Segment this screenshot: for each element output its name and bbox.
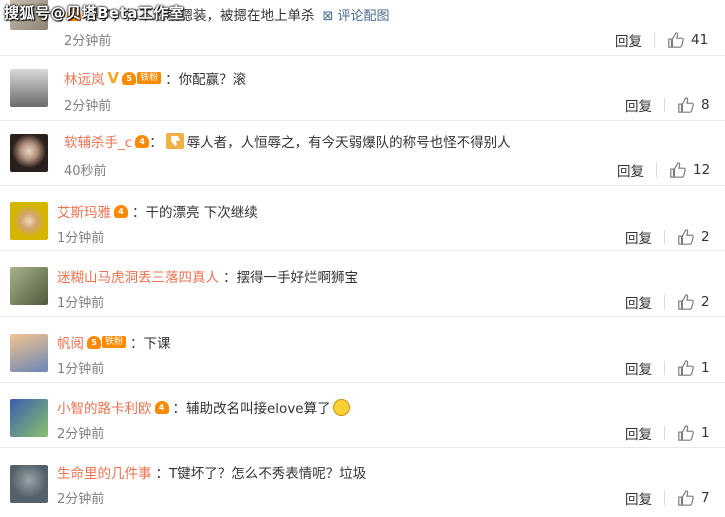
comment-item: 帆阅 5 铁粉 ：下课 1分钟前 回复 1 xyxy=(0,316,725,383)
comment-time: 2分钟前 xyxy=(57,427,105,442)
like-count: 2 xyxy=(701,229,710,245)
avatar[interactable] xyxy=(10,334,48,372)
divider xyxy=(664,491,665,505)
like-count: 2 xyxy=(701,294,710,310)
comment-actions: 回复 8 xyxy=(625,95,725,115)
comment-item: 迷糊山马虎洞丢三落四真人 ：摆得一手好烂啊狮宝 1分钟前 回复 2 xyxy=(0,250,725,317)
like-count: 41 xyxy=(691,32,709,48)
comment-actions: 回复 7 xyxy=(625,488,725,508)
reply-button[interactable]: 回复 xyxy=(625,358,652,378)
comment-line: 帆阅 5 铁粉 ：下课 xyxy=(57,332,171,352)
username-link[interactable]: 帆阅 xyxy=(57,332,84,352)
comment-line: 小智的路卡利欧 4 ：辅助改名叫接elove算了 xyxy=(57,397,350,417)
reply-button[interactable]: 回复 xyxy=(625,488,652,508)
thumb-up-icon[interactable] xyxy=(677,96,695,114)
comment-actions: 回复 1 xyxy=(625,358,725,378)
reply-button[interactable]: 回复 xyxy=(625,292,652,312)
reply-button[interactable]: 回复 xyxy=(617,160,644,180)
fan-badge: 铁粉 xyxy=(102,336,127,348)
thumb-up-icon[interactable] xyxy=(677,424,695,442)
divider xyxy=(664,361,665,375)
avatar[interactable] xyxy=(10,465,48,503)
reply-button[interactable]: 回复 xyxy=(615,30,642,50)
like-count: 7 xyxy=(701,490,710,506)
comment-actions: 回复 12 xyxy=(617,160,725,180)
thumb-up-icon[interactable] xyxy=(667,31,685,49)
thumb-up-icon[interactable] xyxy=(677,293,695,311)
like-count: 8 xyxy=(701,97,710,113)
reply-button[interactable]: 回复 xyxy=(625,227,652,247)
comment-item: 小智的路卡利欧 4 ：辅助改名叫接elove算了 2分钟前 回复 1 xyxy=(0,382,725,448)
divider xyxy=(664,98,665,112)
comment-line: 艾斯玛雅 4 ：干的漂亮 下次继续 xyxy=(57,201,258,221)
like-count: 1 xyxy=(701,360,710,376)
avatar[interactable] xyxy=(10,399,48,437)
comment-time: 2分钟前 xyxy=(64,34,112,49)
comment-item: 软辅杀手_c 4 ： 辱人者，人恒辱之，有今天弱爆队的称号也怪不得别人 40秒前… xyxy=(0,120,725,186)
comment-time: 1分钟前 xyxy=(57,296,105,311)
heart-badge-icon: 4 xyxy=(135,134,150,148)
thumb-up-icon[interactable] xyxy=(677,489,695,507)
comment-text: 辱人者，人恒辱之，有今天弱爆队的称号也怪不得别人 xyxy=(186,135,511,151)
comment-actions: 回复 2 xyxy=(625,227,725,247)
heart-badge-icon: 4 xyxy=(114,204,128,218)
comment-actions: 回复 41 xyxy=(615,30,725,50)
heart-badge-icon: 5 铁粉 xyxy=(87,335,127,349)
comment-time: 1分钟前 xyxy=(57,362,105,377)
reply-button[interactable]: 回复 xyxy=(625,95,652,115)
comment-text: ：干的漂亮 下次继续 xyxy=(132,205,258,221)
username-link[interactable]: 软辅杀手_c xyxy=(64,131,132,151)
avatar[interactable] xyxy=(10,69,48,107)
grin-emoji-icon xyxy=(332,398,350,416)
username-link[interactable]: 迷糊山马虎洞丢三落四真人 xyxy=(57,266,219,286)
comment-line: 迷糊山马虎洞丢三落四真人 ：摆得一手好烂啊狮宝 xyxy=(57,266,358,286)
username-link[interactable]: 生命里的几件事 xyxy=(57,462,152,482)
image-icon: ⊠ xyxy=(322,8,334,24)
like-count: 12 xyxy=(693,162,711,178)
comment-item: 生命里的几件事 ：T键坏了？怎么不秀表情呢？垃圾 2分钟前 回复 7 xyxy=(0,447,725,517)
watermark: 搜狐号@贝塔Beta工作室 xyxy=(4,4,185,22)
comment-line: 软辅杀手_c 4 ： 辱人者，人恒辱之，有今天弱爆队的称号也怪不得别人 xyxy=(64,131,511,151)
thumb-down-icon xyxy=(165,133,184,149)
fan-badge: 铁粉 xyxy=(137,72,162,84)
comment-text: ：你配赢？滚 xyxy=(165,72,247,88)
thumb-up-icon[interactable] xyxy=(669,161,687,179)
comment-text: ：辅助改名叫接elove算了 xyxy=(172,401,331,417)
divider xyxy=(664,426,665,440)
comment-line: 林远岚 V 5 铁粉 ：你配赢？滚 xyxy=(64,68,246,88)
thumb-up-icon[interactable] xyxy=(677,228,695,246)
avatar[interactable] xyxy=(10,202,48,240)
comment-actions: 回复 2 xyxy=(625,292,725,312)
comment-time: 2分钟前 xyxy=(57,492,105,507)
comment-actions: 回复 1 xyxy=(625,423,725,443)
username-link[interactable]: 林远岚 xyxy=(64,68,105,88)
divider xyxy=(656,163,657,177)
thumb-up-icon[interactable] xyxy=(677,359,695,377)
comment-text: ：T键坏了？怎么不秀表情呢？垃圾 xyxy=(155,466,367,482)
heart-badge-icon: 4 xyxy=(154,400,169,414)
avatar[interactable] xyxy=(10,134,48,172)
username-link[interactable]: 艾斯玛雅 xyxy=(57,201,111,221)
colon: ： xyxy=(149,135,163,151)
username-link[interactable]: 小智的路卡利欧 xyxy=(57,397,152,417)
comment-time: 40秒前 xyxy=(64,164,107,179)
comment-item: 林远岚 V 5 铁粉 ：你配赢？滚 2分钟前 回复 8 xyxy=(0,55,725,121)
like-count: 1 xyxy=(701,425,710,441)
divider xyxy=(664,295,665,309)
comment-text: ：下课 xyxy=(130,336,171,352)
comment-text: ：摆得一手好烂啊狮宝 xyxy=(223,270,358,286)
heart-badge-icon: 5 铁粉 xyxy=(122,71,162,85)
reply-button[interactable]: 回复 xyxy=(625,423,652,443)
divider xyxy=(664,230,665,244)
divider xyxy=(654,33,655,47)
avatar[interactable] xyxy=(10,267,48,305)
comment-time: 1分钟前 xyxy=(57,231,105,246)
comment-line: 生命里的几件事 ：T键坏了？怎么不秀表情呢？垃圾 xyxy=(57,462,366,482)
v-badge-icon: V xyxy=(107,69,120,87)
comment-item: 艾斯玛雅 4 ：干的漂亮 下次继续 1分钟前 回复 2 xyxy=(0,185,725,251)
comment-picture-link[interactable]: ⊠ 评论配图 xyxy=(323,5,390,24)
comment-time: 2分钟前 xyxy=(64,99,112,114)
